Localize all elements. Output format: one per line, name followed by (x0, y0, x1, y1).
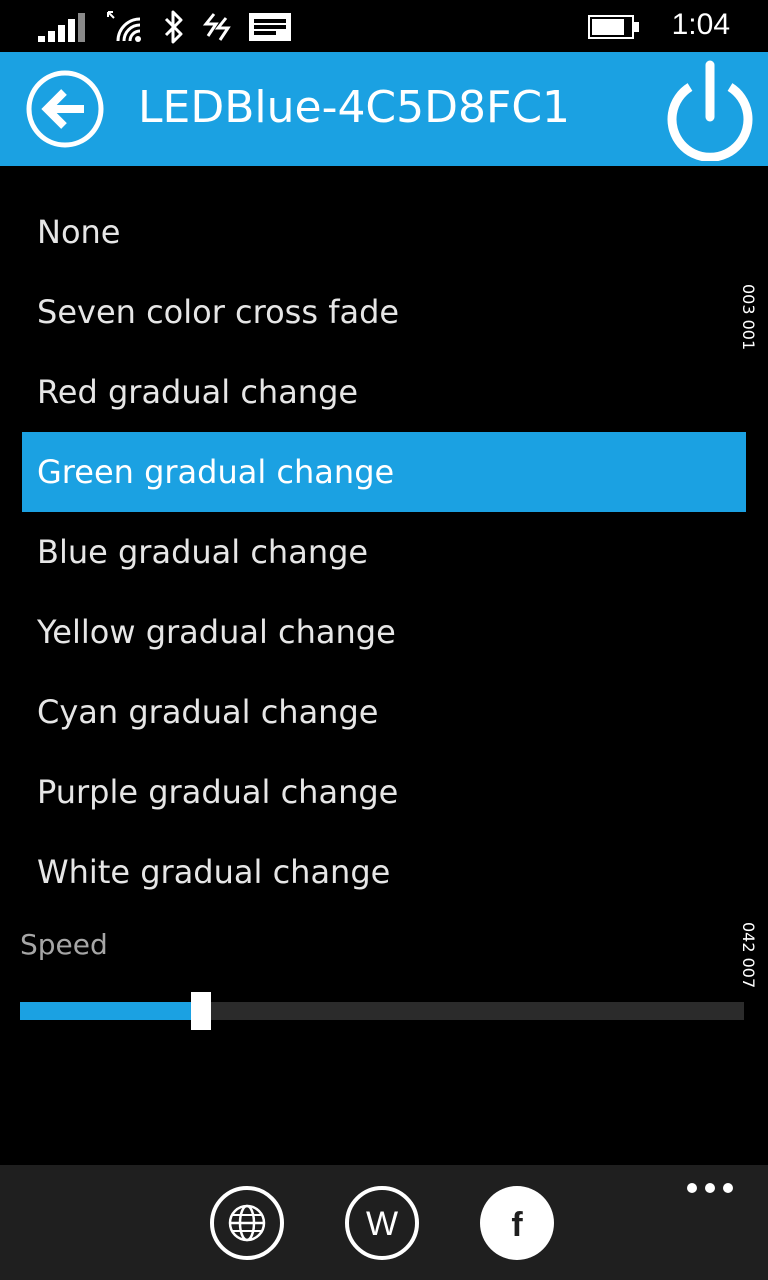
side-readout-top: 003 001 (739, 284, 758, 351)
slider-thumb[interactable] (191, 992, 211, 1030)
w-icon[interactable]: W (344, 1185, 420, 1261)
list-item[interactable]: Purple gradual change (22, 752, 746, 832)
wifi-icon (107, 11, 141, 42)
message-icon (249, 13, 291, 41)
back-arrow-icon[interactable] (26, 70, 104, 148)
app-header: LEDBlue-4C5D8FC1 (0, 52, 768, 166)
screen: 1:04 LEDBlue-4C5D8FC1 None Seven color c… (0, 0, 768, 1280)
list-item[interactable]: White gradual change (22, 832, 746, 912)
facebook-glyph: f (511, 1206, 523, 1244)
list-item[interactable]: Cyan gradual change (22, 672, 746, 752)
side-readout-bottom: 042 007 (739, 922, 758, 989)
signal-strength-icon (38, 13, 85, 42)
facebook-icon[interactable]: f (479, 1185, 555, 1261)
bluetooth-icon (164, 10, 183, 44)
page-title: LEDBlue-4C5D8FC1 (138, 82, 571, 133)
globe-icon[interactable] (209, 1185, 285, 1261)
status-time: 1:04 (671, 8, 730, 41)
status-bar: 1:04 (0, 0, 768, 52)
speed-label: Speed (20, 928, 108, 961)
effect-list: None Seven color cross fade Red gradual … (22, 192, 746, 912)
list-item[interactable]: None (22, 192, 746, 272)
data-sense-icon (202, 13, 231, 41)
list-item[interactable]: Seven color cross fade (22, 272, 746, 352)
list-item[interactable]: Red gradual change (22, 352, 746, 432)
battery-icon (588, 15, 639, 39)
list-item-selected[interactable]: Green gradual change (22, 432, 746, 512)
w-glyph: W (366, 1205, 398, 1243)
speed-slider[interactable] (20, 990, 744, 1032)
slider-fill (20, 1002, 201, 1020)
list-item[interactable]: Yellow gradual change (22, 592, 746, 672)
power-icon[interactable] (662, 57, 758, 161)
more-dots-icon[interactable] (686, 1181, 734, 1195)
app-bar: W f (0, 1165, 768, 1280)
list-item[interactable]: Blue gradual change (22, 512, 746, 592)
